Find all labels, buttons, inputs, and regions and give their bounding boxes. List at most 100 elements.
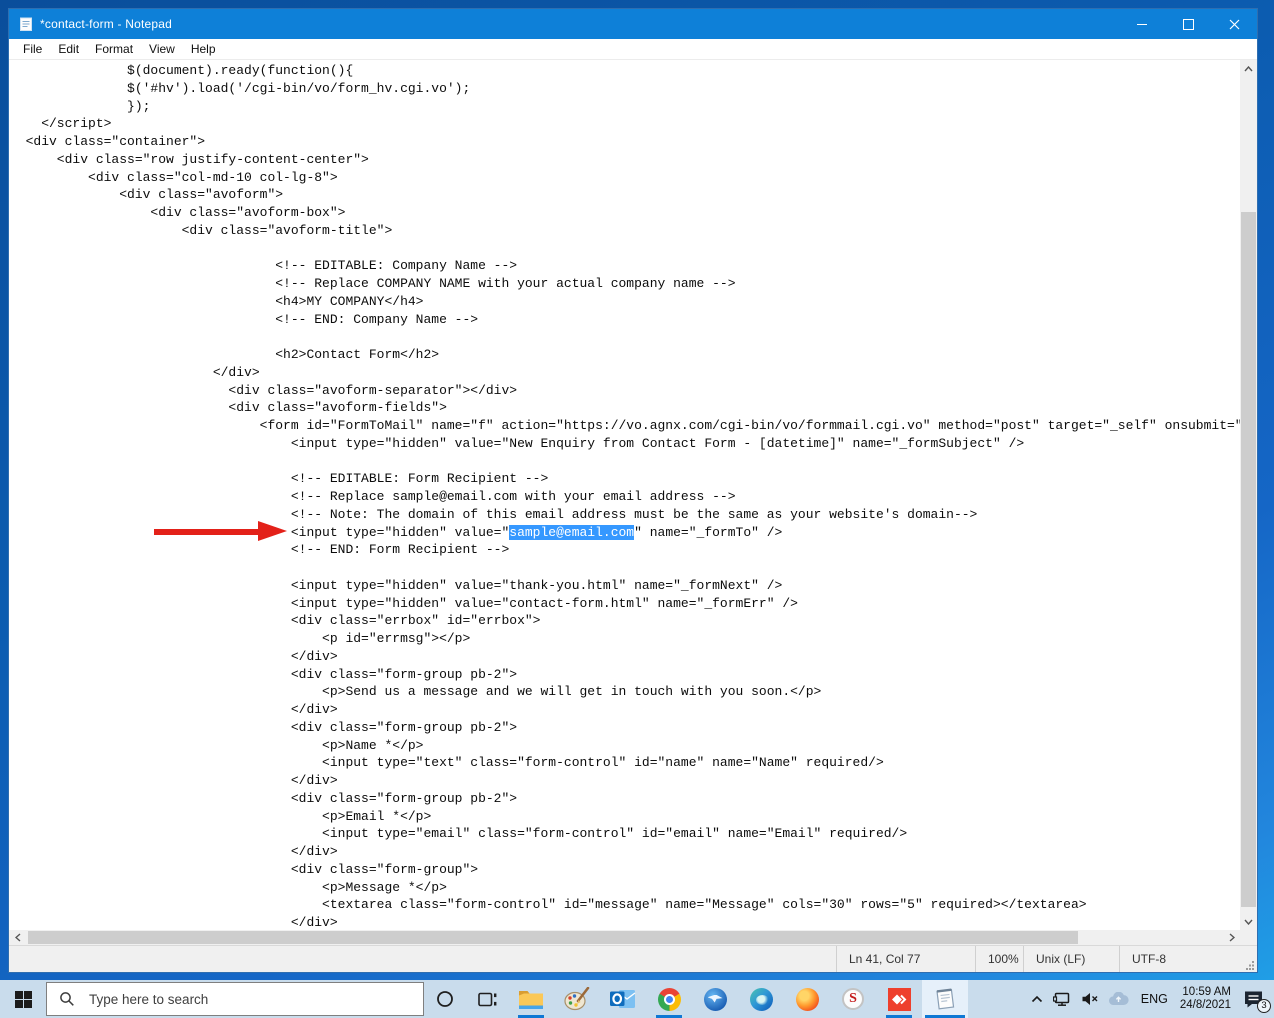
- code-line: </div>: [10, 364, 1240, 382]
- code-line: <div class="avoform-separator"></div>: [10, 382, 1240, 400]
- code-line: $('#hv').load('/cgi-bin/vo/form_hv.cgi.v…: [10, 80, 1240, 98]
- code-line: </div>: [10, 701, 1240, 719]
- cortana-icon: [436, 990, 454, 1008]
- taskbar: S ENG 10:59 AM 24/: [0, 980, 1274, 1018]
- code-line: <textarea class="form-control" id="messa…: [10, 896, 1240, 914]
- horizontal-scroll-thumb[interactable]: [28, 931, 1078, 944]
- show-hidden-icons-chevron[interactable]: [1031, 995, 1043, 1003]
- code-line: <div class="form-group pb-2">: [10, 790, 1240, 808]
- menubar: File Edit Format View Help: [9, 39, 1257, 60]
- language-indicator[interactable]: ENG: [1139, 992, 1170, 1006]
- code-line: <p>Message *</p>: [10, 879, 1240, 897]
- code-line: <!-- END: Company Name -->: [10, 311, 1240, 329]
- status-encoding: UTF-8: [1119, 946, 1241, 972]
- chevron-up-icon: [1031, 995, 1043, 1003]
- file-explorer-icon: [518, 988, 544, 1010]
- minimize-icon: [1137, 24, 1147, 25]
- taskbar-app-red-diamond[interactable]: [876, 980, 922, 1018]
- menu-edit[interactable]: Edit: [50, 40, 87, 58]
- code-line: </div>: [10, 772, 1240, 790]
- taskbar-app-s-seal[interactable]: S: [830, 980, 876, 1018]
- vertical-scrollbar[interactable]: [1240, 60, 1257, 930]
- cortana-button[interactable]: [424, 980, 466, 1018]
- taskbar-app-outlook[interactable]: [600, 980, 646, 1018]
- notepad-icon: [933, 987, 957, 1011]
- horizontal-scrollbar[interactable]: [9, 930, 1240, 945]
- maximize-button[interactable]: [1165, 9, 1211, 39]
- code-line: <input type="hidden" value="New Enquiry …: [10, 435, 1240, 453]
- task-view-icon: [478, 991, 497, 1008]
- code-line: <div class="col-md-10 col-lg-8">: [10, 169, 1240, 187]
- code-line: <!-- Replace COMPANY NAME with your actu…: [10, 275, 1240, 293]
- network-tray-icon[interactable]: [1053, 992, 1071, 1007]
- code-line: [10, 453, 1240, 471]
- code-line: [10, 240, 1240, 258]
- close-button[interactable]: [1211, 9, 1257, 39]
- scroll-up-arrow[interactable]: [1240, 60, 1257, 77]
- maximize-icon: [1183, 19, 1194, 30]
- taskbar-app-firefox[interactable]: [784, 980, 830, 1018]
- selected-text: sample@email.com: [509, 525, 634, 540]
- code-line: <p>Send us a message and we will get in …: [10, 683, 1240, 701]
- text-editor[interactable]: $(document).ready(function(){ $('#hv').l…: [9, 60, 1240, 930]
- system-tray: ENG 10:59 AM 24/8/2021 3: [1031, 980, 1274, 1018]
- minimize-button[interactable]: [1119, 9, 1165, 39]
- horizontal-scrollbar-row: [9, 930, 1257, 945]
- status-spacer: [9, 946, 836, 972]
- taskbar-search[interactable]: [46, 982, 424, 1016]
- notepad-window: *contact-form - Notepad File Edit Format…: [8, 8, 1258, 973]
- taskbar-app-edge[interactable]: [738, 980, 784, 1018]
- notepad-app-icon: [18, 16, 34, 32]
- code-line: <div class="container">: [10, 133, 1240, 151]
- code-line: <div class="avoform-fields">: [10, 399, 1240, 417]
- task-view-button[interactable]: [466, 980, 508, 1018]
- close-icon: [1229, 19, 1240, 30]
- volume-tray-icon[interactable]: [1081, 992, 1098, 1006]
- window-controls: [1119, 9, 1257, 39]
- paint-icon: [564, 987, 590, 1011]
- code-line: </div>: [10, 648, 1240, 666]
- code-line: <div class="row justify-content-center">: [10, 151, 1240, 169]
- taskbar-app-paint[interactable]: [554, 980, 600, 1018]
- code-line: <div class="avoform-title">: [10, 222, 1240, 240]
- onedrive-tray-icon[interactable]: [1108, 992, 1129, 1006]
- code-line: </script>: [10, 115, 1240, 133]
- scroll-left-arrow[interactable]: [9, 930, 26, 945]
- annotation-arrow: [154, 521, 287, 542]
- taskbar-app-thunderbird[interactable]: [692, 980, 738, 1018]
- code-line: <p>Name *</p>: [10, 737, 1240, 755]
- status-bar: Ln 41, Col 77 100% Unix (LF) UTF-8: [9, 945, 1257, 972]
- titlebar[interactable]: *contact-form - Notepad: [9, 9, 1257, 39]
- taskbar-app-chrome[interactable]: [646, 980, 692, 1018]
- vertical-scroll-thumb[interactable]: [1241, 212, 1256, 907]
- scroll-down-arrow[interactable]: [1240, 913, 1257, 930]
- windows-logo-icon: [15, 991, 32, 1008]
- editor-area: $(document).ready(function(){ $('#hv').l…: [9, 60, 1257, 930]
- s-seal-glyph: S: [849, 991, 857, 1007]
- code-line: <h4>MY COMPANY</h4>: [10, 293, 1240, 311]
- edge-icon: [750, 988, 773, 1011]
- network-icon: [1053, 992, 1071, 1007]
- search-input[interactable]: [87, 991, 371, 1008]
- resize-grip[interactable]: [1241, 946, 1257, 972]
- menu-help[interactable]: Help: [183, 40, 224, 58]
- code-line: });: [10, 98, 1240, 116]
- taskbar-app-notepad[interactable]: [922, 980, 968, 1018]
- red-diamond-icon: [888, 988, 911, 1011]
- outlook-icon: [610, 987, 636, 1011]
- taskbar-clock[interactable]: 10:59 AM 24/8/2021: [1180, 986, 1231, 1012]
- search-icon: [59, 991, 75, 1007]
- annotation-arrow-shaft: [154, 529, 258, 535]
- menu-file[interactable]: File: [15, 40, 50, 58]
- code-line: <!-- EDITABLE: Form Recipient -->: [10, 470, 1240, 488]
- menu-format[interactable]: Format: [87, 40, 141, 58]
- scroll-right-arrow[interactable]: [1223, 930, 1240, 945]
- code-line: <input type="email" class="form-control"…: [10, 825, 1240, 843]
- menu-view[interactable]: View: [141, 40, 183, 58]
- scrollbar-corner: [1240, 930, 1257, 945]
- notification-badge: 3: [1257, 999, 1271, 1013]
- action-center-button[interactable]: 3: [1243, 990, 1264, 1009]
- code-line: [10, 559, 1240, 577]
- taskbar-app-file-explorer[interactable]: [508, 980, 554, 1018]
- start-button[interactable]: [0, 980, 46, 1018]
